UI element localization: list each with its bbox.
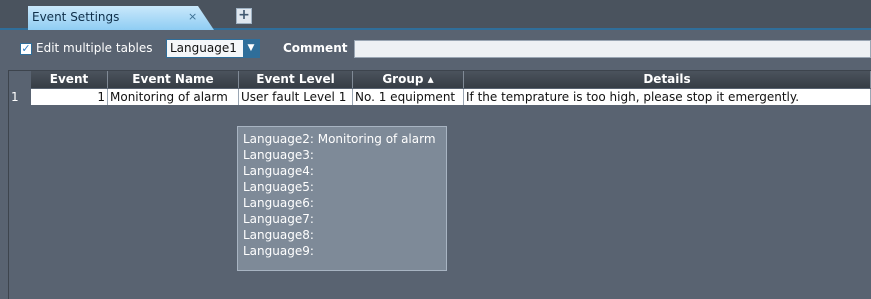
tab-event-settings[interactable]: Event Settings × — [28, 6, 214, 30]
row-number[interactable]: 1 — [9, 89, 31, 105]
tooltip-line-language4: Language4: — [243, 164, 314, 178]
tab-label: Event Settings — [32, 10, 120, 24]
tooltip-line-language7: Language7: — [243, 212, 314, 226]
column-header-group[interactable]: Group ▴ — [353, 71, 464, 88]
column-header-event-name[interactable]: Event Name — [108, 71, 239, 88]
tooltip-line-language5: Language5: — [243, 180, 314, 194]
tooltip-line-language8: Language8: — [243, 228, 314, 242]
language-tooltip: Language2: Monitoring of alarm Language3… — [237, 126, 447, 271]
edit-multiple-tables-checkbox[interactable]: ✓ — [20, 43, 32, 55]
cell-event-code[interactable]: 1 — [31, 89, 108, 105]
tooltip-line-language6: Language6: — [243, 196, 314, 210]
plus-icon[interactable]: + — [236, 8, 252, 24]
language-select[interactable]: Language1 ▼ — [166, 39, 260, 58]
comment-label: Comment — [283, 41, 348, 55]
tooltip-line-language3: Language3: — [243, 148, 314, 162]
edit-multiple-tables-label[interactable]: Edit multiple tables — [36, 41, 153, 55]
cell-event-name[interactable]: Monitoring of alarm — [108, 89, 239, 105]
tooltip-line-language2: Language2: Monitoring of alarm — [243, 132, 436, 146]
tooltip-line-language9: Language9: — [243, 244, 314, 258]
language-select-value: Language1 — [170, 41, 237, 55]
chevron-down-icon[interactable]: ▼ — [243, 40, 259, 57]
column-header-event-level[interactable]: Event Level — [239, 71, 353, 88]
cell-event-level[interactable]: User fault Level 1 — [239, 89, 353, 105]
comment-input[interactable] — [354, 40, 871, 58]
close-icon[interactable]: × — [188, 10, 197, 23]
cell-details[interactable]: If the temprature is too high, please st… — [464, 89, 871, 105]
cell-group[interactable]: No. 1 equipment — [353, 89, 464, 105]
column-header-event-code[interactable]: Event Code — [31, 71, 108, 102]
tab-strip: Event Settings × + — [0, 0, 871, 30]
column-header-details[interactable]: Details — [464, 71, 871, 88]
